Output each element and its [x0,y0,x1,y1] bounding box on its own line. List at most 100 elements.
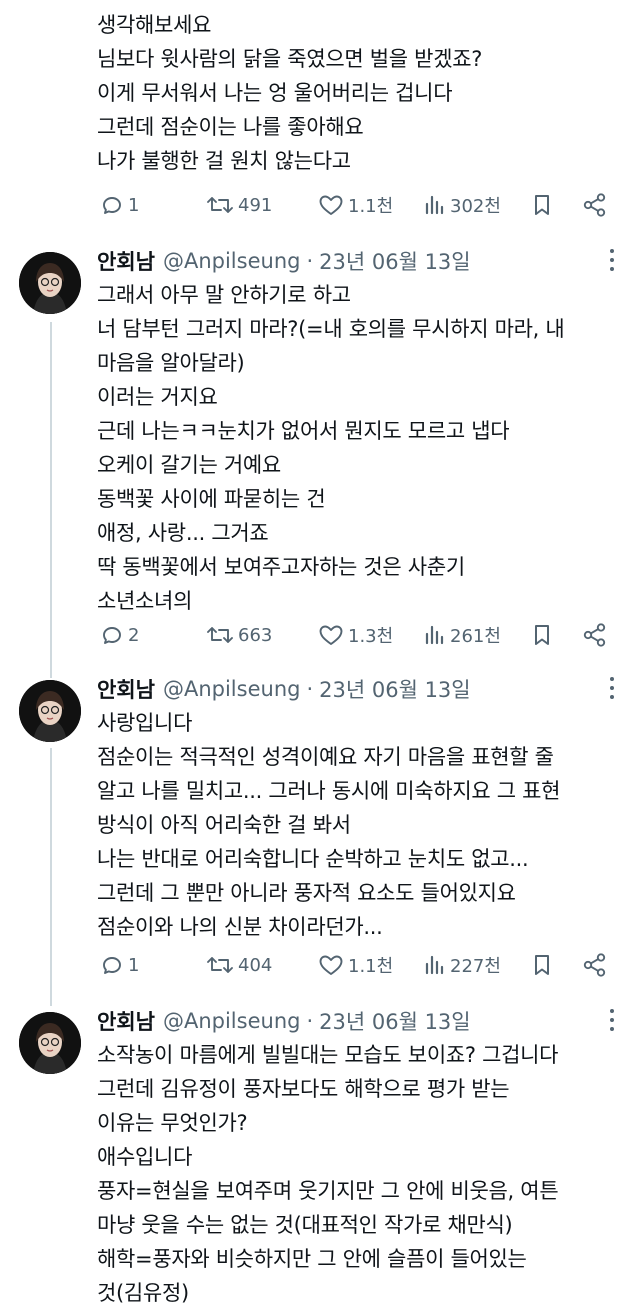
separator-dot: · [306,677,314,701]
post-line: 님보다 윗사람의 닭을 죽였으면 벌을 받겠죠? [97,47,483,71]
reply-button[interactable]: 1 [100,950,139,980]
post-line: 그런데 그 뿐만 아니라 풍자적 요소도 들어있지요 [97,881,516,905]
bookmark-icon [535,195,549,215]
reply-button[interactable]: 1 [100,190,139,220]
share-button[interactable] [582,950,608,980]
user-handle[interactable]: @Anpilseung [163,1009,300,1033]
post-line: 그런데 점순이는 나를 좋아해요 [97,115,364,139]
post-line: 동백꽃 사이에 파묻히는 건 [97,487,326,511]
share-icon [583,953,606,977]
post-line: 알고 나를 밀치고... 그러나 동시에 미숙하지요 그 표현 [97,779,561,803]
repost-button[interactable]: 491 [206,190,272,220]
display-name[interactable]: 안회남 [97,674,155,704]
display-name[interactable]: 안회남 [97,246,155,276]
analytics-icon [425,625,444,645]
repost-icon [207,957,233,973]
post-line: 점순이는 적극적인 성격이예요 자기 마음을 표현할 줄 [97,745,554,769]
like-button[interactable]: 1.1천 [318,190,393,220]
bookmark-button[interactable] [530,620,554,650]
separator-dot: · [306,249,314,273]
post-line: 점순이와 나의 신분 차이라던가... [97,915,383,939]
reply-icon [103,627,121,644]
repost-button[interactable]: 663 [206,620,272,650]
bookmark-icon [535,625,549,645]
avatar-image [19,680,81,742]
bookmark-button[interactable] [530,950,554,980]
more-icon [610,248,614,253]
reply-icon [103,197,121,214]
user-handle[interactable]: @Anpilseung [163,249,300,273]
post-line: 것(김유정) [97,1281,189,1305]
post-date[interactable]: 23년 06월 13일 [319,674,470,704]
post-date[interactable]: 23년 06월 13일 [319,1006,470,1036]
thread-connector [50,748,52,1006]
post-line: 그러니까 착한 거죠... 점순이의 닭을 죽이려 하던 거 [97,0,627,8]
post-line: 이유는 무엇인가? [97,1111,248,1135]
action-bar: 1 491 1.1천 302천 [100,190,615,220]
more-icon [610,1008,614,1013]
share-icon [583,193,606,217]
views-button[interactable]: 302천 [422,190,501,220]
post-line: 해학=풍자와 비슷하지만 그 안에 슬픔이 들어있는 [97,1247,527,1271]
tweet-text: 사랑입니다 점순이는 적극적인 성격이예요 자기 마음을 표현할 줄 알고 나를… [97,706,627,944]
avatar[interactable] [19,680,81,742]
user-handle[interactable]: @Anpilseung [163,677,300,701]
post-line: 너 담부턴 그러지 마라?(=내 호의를 무시하지 마라, 내 [97,317,565,341]
post-line: 근데 나는ㅋㅋ눈치가 없어서 뭔지도 모르고 냅다 [97,419,510,443]
repost-button[interactable]: 404 [206,950,272,980]
action-bar: 2 663 1.3천 261천 [100,620,615,650]
thread-connector [50,322,52,678]
bookmark-button[interactable] [530,190,554,220]
previous-post-text: 그러니까 착한 거죠... 점순이의 닭을 죽이려 하던 거 생각해보세요 님보… [97,0,627,178]
views-button[interactable]: 227천 [422,950,501,980]
analytics-icon [425,955,444,975]
post-line: 이러는 거지요 [97,385,218,409]
post-date[interactable]: 23년 06월 13일 [319,246,470,276]
share-icon [583,623,606,647]
display-name[interactable]: 안회남 [97,1006,155,1036]
post-line: 애수입니다 [97,1145,193,1169]
reply-icon [103,957,121,974]
post-line: 딱 동백꽃에서 보여주고자하는 것은 사춘기 [97,555,465,579]
post-line: 소년소녀의 [97,589,193,613]
avatar-image [19,252,81,314]
more-options-button[interactable] [606,674,618,702]
post-line: 마냥 웃을 수는 없는 것(대표적인 작가로 채만식) [97,1213,513,1237]
post-line: 이게 무서워서 나는 엉 울어버리는 겁니다 [97,81,453,105]
post-line: 생각해보세요 [97,13,212,37]
post-line: 그런데 김유정이 풍자보다도 해학으로 평가 받는 [97,1077,510,1101]
post-line: 풍자=현실을 보여주며 웃기지만 그 안에 비웃음, 여튼 [97,1179,559,1203]
share-button[interactable] [582,190,608,220]
bookmark-icon [535,955,549,975]
avatar[interactable] [19,1012,81,1074]
heart-icon [319,955,343,975]
post-line: 나가 불행한 걸 원치 않는다고 [97,149,351,173]
post-line: 사랑입니다 [97,711,193,735]
share-button[interactable] [582,620,608,650]
views-button[interactable]: 261천 [422,620,501,650]
post-line: 방식이 아직 어리숙한 걸 봐서 [97,813,351,837]
repost-icon [207,197,233,213]
repost-icon [207,627,233,643]
heart-icon [319,625,343,645]
like-button[interactable]: 1.3천 [318,620,393,650]
action-bar: 1 404 1.1천 227천 [100,950,615,980]
reply-button[interactable]: 2 [100,620,139,650]
separator-dot: · [306,1009,314,1033]
avatar-image [19,1012,81,1074]
tweet-header: 안회남 @Anpilseung · 23년 06월 13일 [97,672,471,706]
like-button[interactable]: 1.1천 [318,950,393,980]
avatar[interactable] [19,252,81,314]
post-line: 애정, 사랑... 그거죠 [97,521,269,545]
post-line: 오케이 갈기는 거예요 [97,453,281,477]
post-line: 소작농이 마름에게 빌빌대는 모습도 보이죠? 그겁니다 [97,1043,559,1067]
post-line: 그래서 아무 말 안하기로 하고 [97,283,351,307]
tweet-text: 그래서 아무 말 안하기로 하고 너 담부턴 그러지 마라?(=내 호의를 무시… [97,278,627,618]
tweet-header: 안회남 @Anpilseung · 23년 06월 13일 [97,1004,471,1038]
tweet-text: 소작농이 마름에게 빌빌대는 모습도 보이죠? 그겁니다 그런데 김유정이 풍자… [97,1038,627,1310]
analytics-icon [425,195,444,215]
post-line: 마음을 알아달라) [97,351,245,375]
more-options-button[interactable] [606,246,618,274]
heart-icon [319,195,343,215]
more-options-button[interactable] [606,1006,618,1034]
